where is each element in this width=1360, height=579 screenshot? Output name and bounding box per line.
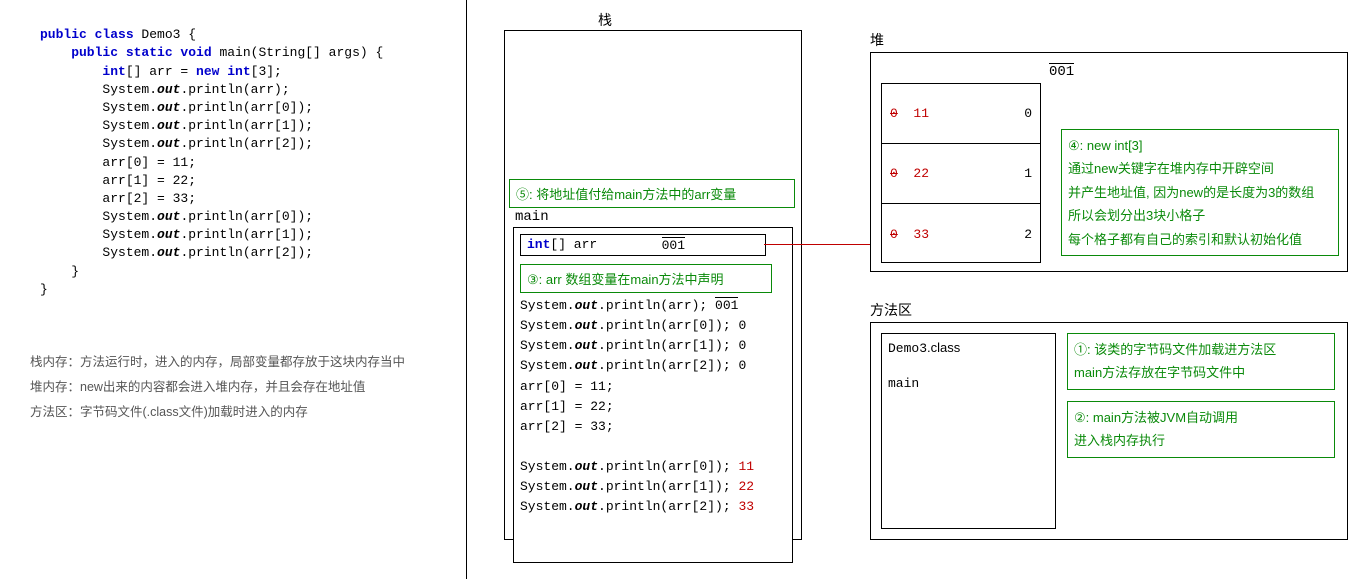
main-label: main [515,209,549,225]
cell-index: 0 [1024,106,1032,121]
note-5: ⑤: 将地址值付给main方法中的arr变量 [509,179,795,208]
kw: int [40,64,126,79]
stack-box: ⑤: 将地址值付给main方法中的arr变量 main int[] arr 00… [504,30,802,540]
stack-code: System.out.println(arr); 001 System.out.… [520,296,754,518]
note-heap: 堆内存：new出来的内容都会进入堆内存，并且会存在地址值 [30,375,405,400]
pointer-arrow [764,244,884,245]
heap-title: 堆 [870,30,884,50]
stack-title: 栈 [598,10,612,30]
method-area-title: 方法区 [870,300,912,320]
heap-addr: 001 [1049,63,1074,80]
note-stack: 栈内存：方法运行时，进入的内存，局部变量都存放于这块内存当中 [30,350,405,375]
memory-notes: 栈内存：方法运行时，进入的内存，局部变量都存放于这块内存当中 堆内存：new出来… [30,350,405,425]
note-2: ②: main方法被JVM自动调用 进入栈内存执行 [1067,401,1335,458]
class-ext: .class [927,340,960,355]
vertical-divider [466,0,467,579]
cell-index: 1 [1024,166,1032,181]
kw: public static void [40,45,212,60]
note-method-area: 方法区：字节码文件(.class文件)加载时进入的内存 [30,400,405,425]
stack-frame-main: int[] arr 001 ③: arr 数组变量在main方法中声明 Syst… [513,227,793,563]
heap-box: 0 11 0 0 22 1 0 33 2 001 ④: new int[3] 通… [870,52,1348,272]
method-area-box: Demo3.class main ①: 该类的字节码文件加载进方法区 main方… [870,322,1348,540]
class-file-box: Demo3.class main [881,333,1056,529]
array-cell-2: 0 33 2 [882,204,1040,264]
main-method: main [888,376,1049,391]
arr-variable: int[] arr 001 [520,234,766,256]
note-4: ④: new int[3] 通过new关键字在堆内存中开辟空间 并产生地址值, … [1061,129,1339,256]
array-object: 0 11 0 0 22 1 0 33 2 [881,83,1041,263]
addr-value: 001 [662,237,685,253]
class-name: Demo3.class [888,340,1049,356]
array-cell-1: 0 22 1 [882,144,1040,204]
source-code: public class Demo3 { public static void … [40,8,383,299]
kw: public class [40,27,134,42]
array-cell-0: 0 11 0 [882,84,1040,144]
note-3: ③: arr 数组变量在main方法中声明 [520,264,772,293]
note-1: ①: 该类的字节码文件加载进方法区 main方法存放在字节码文件中 [1067,333,1335,390]
cell-index: 2 [1024,227,1032,242]
